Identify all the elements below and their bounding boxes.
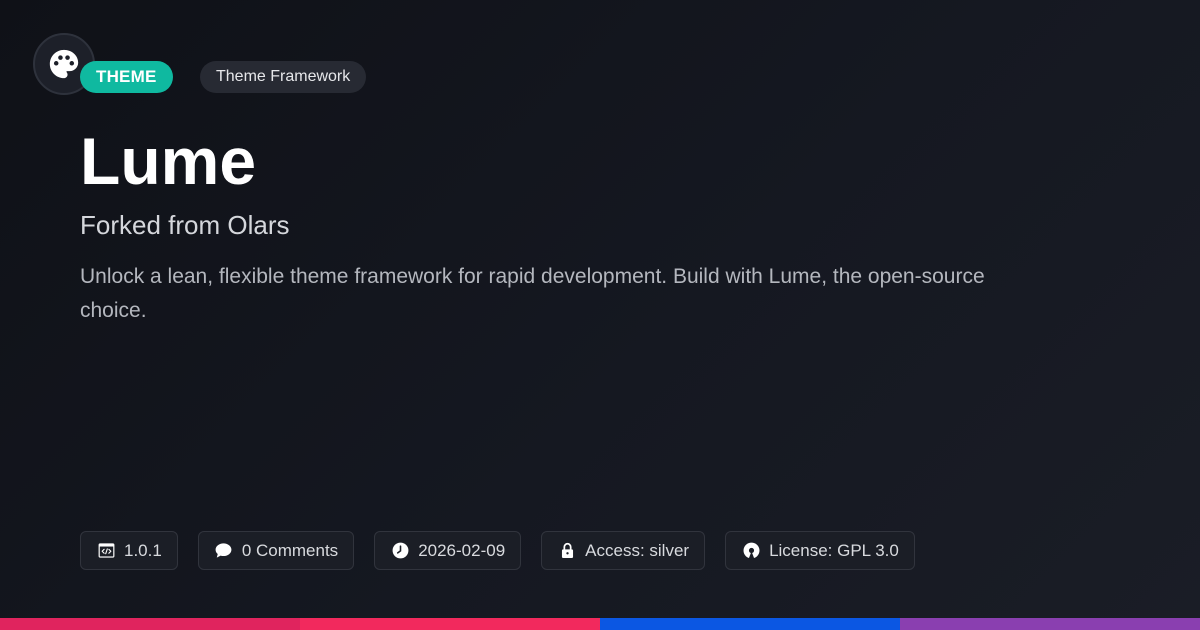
open-source-icon	[741, 541, 761, 561]
palette-icon	[49, 49, 79, 79]
lock-icon	[557, 541, 577, 561]
access-text: Access: silver	[585, 540, 690, 560]
color-bar-segment	[0, 618, 300, 630]
category-badge[interactable]: Theme Framework	[200, 61, 367, 93]
description: Unlock a lean, flexible theme framework …	[80, 265, 985, 322]
comment-icon	[214, 541, 234, 561]
color-bar-segment	[300, 618, 600, 630]
date-text: 2026-02-09	[418, 540, 506, 560]
license-pill: License: GPL 3.0	[725, 531, 915, 570]
clock-icon	[390, 541, 410, 561]
version-text: 1.0.1	[124, 540, 162, 560]
code-window-icon	[96, 541, 116, 561]
subtitle: Forked from Olars	[80, 210, 290, 240]
color-bar	[0, 618, 1200, 630]
theme-badge: THEME	[80, 61, 173, 93]
color-bar-segment	[600, 618, 900, 630]
page-title: Lume	[80, 124, 257, 198]
meta-row: 1.0.1 0 Comments 2026-02-09 Access: silv…	[80, 531, 915, 570]
color-bar-segment	[900, 618, 1200, 630]
comments-pill[interactable]: 0 Comments	[197, 531, 355, 570]
access-pill: Access: silver	[541, 531, 706, 570]
comments-text: 0 Comments	[241, 540, 339, 560]
date-pill: 2026-02-09	[374, 531, 522, 570]
license-text: License: GPL 3.0	[769, 540, 899, 560]
version-pill: 1.0.1	[80, 531, 178, 570]
